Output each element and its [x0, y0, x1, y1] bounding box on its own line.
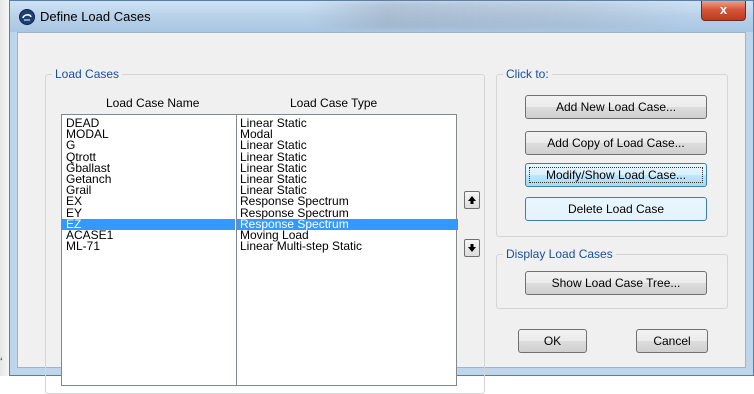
modify-show-load-case-button[interactable]: Modify/Show Load Case... — [525, 163, 707, 187]
cancel-button[interactable]: Cancel — [636, 329, 708, 353]
load-case-name: ML-71 — [66, 239, 101, 254]
focus-ring — [529, 167, 703, 183]
display-load-cases-group-title: Display Load Cases — [503, 247, 616, 261]
add-copy-load-case-button[interactable]: Add Copy of Load Case... — [525, 131, 707, 155]
delete-load-case-button[interactable]: Delete Load Case — [525, 197, 707, 221]
close-button[interactable]: x — [701, 1, 746, 21]
title-bar-background-blur — [310, 1, 690, 29]
load-cases-list[interactable]: DEAD Linear Static MODAL Modal G Linear Stati… — [61, 114, 458, 386]
sap2000-logo-icon — [19, 9, 35, 25]
move-up-button[interactable] — [464, 191, 480, 209]
ok-button[interactable]: OK — [518, 329, 587, 353]
desktop-mark: ‘ — [0, 355, 3, 369]
load-case-row[interactable]: ML-71 Linear Multi-step Static — [62, 239, 456, 254]
window-title: Define Load Cases — [40, 9, 151, 24]
title-bar[interactable]: Define Load Cases x — [10, 1, 753, 32]
load-case-type: Linear Multi-step Static — [240, 239, 363, 254]
dialog-window: Define Load Cases x Load Cases Load Case… — [9, 0, 754, 394]
add-new-load-case-button[interactable]: Add New Load Case... — [525, 95, 707, 119]
show-load-case-tree-button[interactable]: Show Load Case Tree... — [525, 271, 707, 295]
close-icon: x — [719, 2, 728, 17]
click-to-group-title: Click to: — [503, 67, 552, 81]
dialog-client-area: Load Cases Load Case Name Load Case Type… — [17, 32, 746, 394]
move-down-button[interactable] — [464, 239, 480, 257]
arrow-up-icon — [468, 196, 476, 204]
load-case-name-header: Load Case Name — [106, 96, 200, 110]
load-case-type-header: Load Case Type — [290, 96, 378, 110]
arrow-down-icon — [468, 244, 476, 252]
load-cases-group-title: Load Cases — [52, 67, 123, 81]
desktop-background — [0, 0, 9, 376]
